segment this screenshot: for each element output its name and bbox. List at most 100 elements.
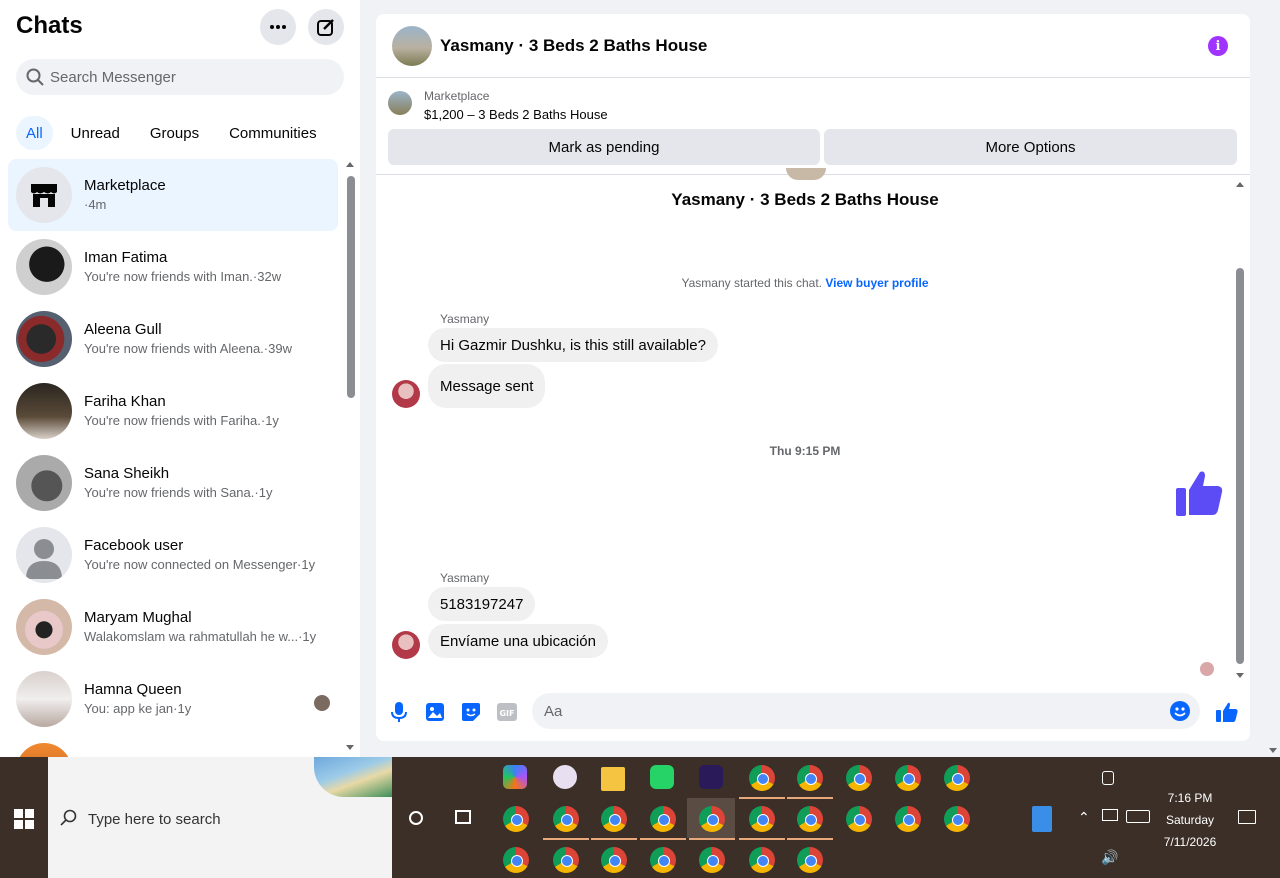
chat-item-sana-sheikh[interactable]: Sana Sheikh You're now friends with Sana… [8,447,338,519]
message-bubble[interactable]: 5183197247 [428,587,536,621]
avatar [16,743,72,757]
chrome-icon[interactable] [739,806,785,840]
chrome-icon[interactable] [797,847,823,873]
avatar [16,383,72,439]
message-thread: Yasmany · 3 Beds 2 Baths House Yasmany s… [376,168,1250,680]
windows-start-icon[interactable] [14,809,34,829]
photo-icon[interactable] [424,701,446,723]
chrome-icon[interactable] [739,765,785,799]
app-icon[interactable] [699,765,723,789]
more-options-button[interactable]: More Options [824,129,1237,165]
snipping-tool-icon[interactable] [553,765,577,789]
chrome-icon[interactable] [640,806,686,840]
conversation-avatar[interactable] [392,25,432,66]
chrome-icon[interactable] [895,806,921,832]
chat-item-fariha-khan[interactable]: Fariha Khan You're now friends with Fari… [8,375,338,447]
listing-thumbnail[interactable] [388,91,412,115]
search-highlight-image [314,757,392,797]
file-explorer-icon[interactable] [601,767,625,791]
emoji-icon[interactable] [1170,701,1190,721]
chrome-icon-active[interactable] [689,806,735,840]
sender-avatar[interactable] [392,380,420,408]
chrome-icon[interactable] [749,847,775,873]
chrome-icon[interactable] [846,765,872,791]
chat-item-aleena-gull[interactable]: Aleena Gull You're now friends with Alee… [8,303,338,375]
filter-groups[interactable]: Groups [138,116,211,150]
document-icon[interactable] [1032,806,1052,832]
conversation-panel: Yasmany · 3 Beds 2 Baths House i Marketp… [376,14,1250,741]
chat-item-iman-fatima[interactable]: Iman Fatima You're now friends with Iman… [8,231,338,303]
chrome-icon[interactable] [503,847,529,873]
message-bubble[interactable]: Hi Gazmir Dushku, is this still availabl… [428,328,718,362]
page-scrollbar[interactable] [1266,0,1280,757]
scroll-up-icon[interactable] [346,162,354,167]
sender-avatar[interactable] [392,631,420,659]
volume-icon[interactable]: 🔊 [1101,849,1118,866]
avatar [16,239,72,295]
system-text: Yasmany started this chat. [681,276,822,290]
chat-item-maryam-mughal[interactable]: Maryam Mughal Walakomslam wa rahmatullah… [8,591,338,663]
message-placeholder: Aa [544,702,563,720]
taskbar-search[interactable]: Type here to search [48,757,392,878]
chrome-icon[interactable] [650,847,676,873]
whatsapp-icon[interactable] [650,765,674,789]
info-icon[interactable]: i [1208,36,1228,56]
chat-item-hamna-queen[interactable]: Hamna Queen You: app ke jan·1y [8,663,338,735]
message-input[interactable]: Aa [532,693,1200,729]
filter-unread[interactable]: Unread [59,116,132,150]
chrome-icon[interactable] [787,765,833,799]
conversation-title[interactable]: Yasmany · 3 Beds 2 Baths House [440,36,707,56]
chrome-icon[interactable] [503,806,529,832]
thread-scrollbar[interactable] [1234,180,1246,680]
like-button[interactable] [1216,701,1238,723]
scroll-down-icon[interactable] [1269,748,1277,753]
chat-filters: All Unread Groups Communities [16,116,329,150]
more-options-button[interactable] [260,9,296,45]
chrome-icon[interactable] [591,806,637,840]
scroll-down-icon[interactable] [1236,673,1244,678]
chrome-icon[interactable] [944,765,970,791]
network-icon[interactable] [1102,809,1118,821]
microphone-icon[interactable] [388,701,410,723]
chat-list: Marketplace ·4m Iman Fatima You're now f… [8,159,338,757]
keyboard-icon[interactable] [1126,810,1150,823]
chrome-icon[interactable] [543,806,589,840]
message-bubble[interactable]: Message sent [428,364,546,408]
listing-price[interactable]: $1,200 – 3 Beds 2 Baths House [424,107,608,122]
search-input[interactable]: Search Messenger [16,59,344,95]
scroll-thumb[interactable] [1236,268,1244,664]
gif-icon[interactable]: GIF [496,701,518,723]
chat-item-partial[interactable] [8,735,338,757]
scroll-up-icon[interactable] [1236,182,1244,187]
scroll-thumb[interactable] [347,176,355,398]
system-clock[interactable]: 7:16 PM Saturday 7/11/2026 [1150,787,1230,853]
svg-text:GIF: GIF [499,709,514,718]
view-buyer-profile-link[interactable]: View buyer profile [825,276,928,290]
chrome-icon[interactable] [944,806,970,832]
mark-as-pending-button[interactable]: Mark as pending [388,129,820,165]
sidebar-scrollbar[interactable] [344,160,356,752]
chat-item-facebook-user[interactable]: Facebook user You're now connected on Me… [8,519,338,591]
sticker-icon[interactable] [460,701,482,723]
filter-communities[interactable]: Communities [217,116,329,150]
chrome-icon[interactable] [895,765,921,791]
new-message-button[interactable] [308,9,344,45]
tray-expand-icon[interactable]: ⌃ [1078,809,1090,826]
scroll-down-icon[interactable] [346,745,354,750]
message-bubble[interactable]: Envíame una ubicación [428,624,608,658]
meet-icon[interactable] [1102,771,1114,785]
clock-date: 7/11/2026 [1163,835,1217,849]
notification-icon[interactable] [1238,810,1256,824]
chrome-icon[interactable] [699,847,725,873]
copilot-icon[interactable] [503,765,527,789]
clock-day: Saturday [1165,813,1215,827]
chrome-icon[interactable] [601,847,627,873]
cortana-icon[interactable] [409,811,423,825]
chrome-icon[interactable] [553,847,579,873]
chrome-icon[interactable] [846,806,872,832]
compose-icon [317,19,334,36]
task-view-icon[interactable] [455,810,471,824]
filter-all[interactable]: All [16,116,53,150]
chrome-icon[interactable] [787,806,833,840]
chat-item-marketplace[interactable]: Marketplace ·4m [8,159,338,231]
